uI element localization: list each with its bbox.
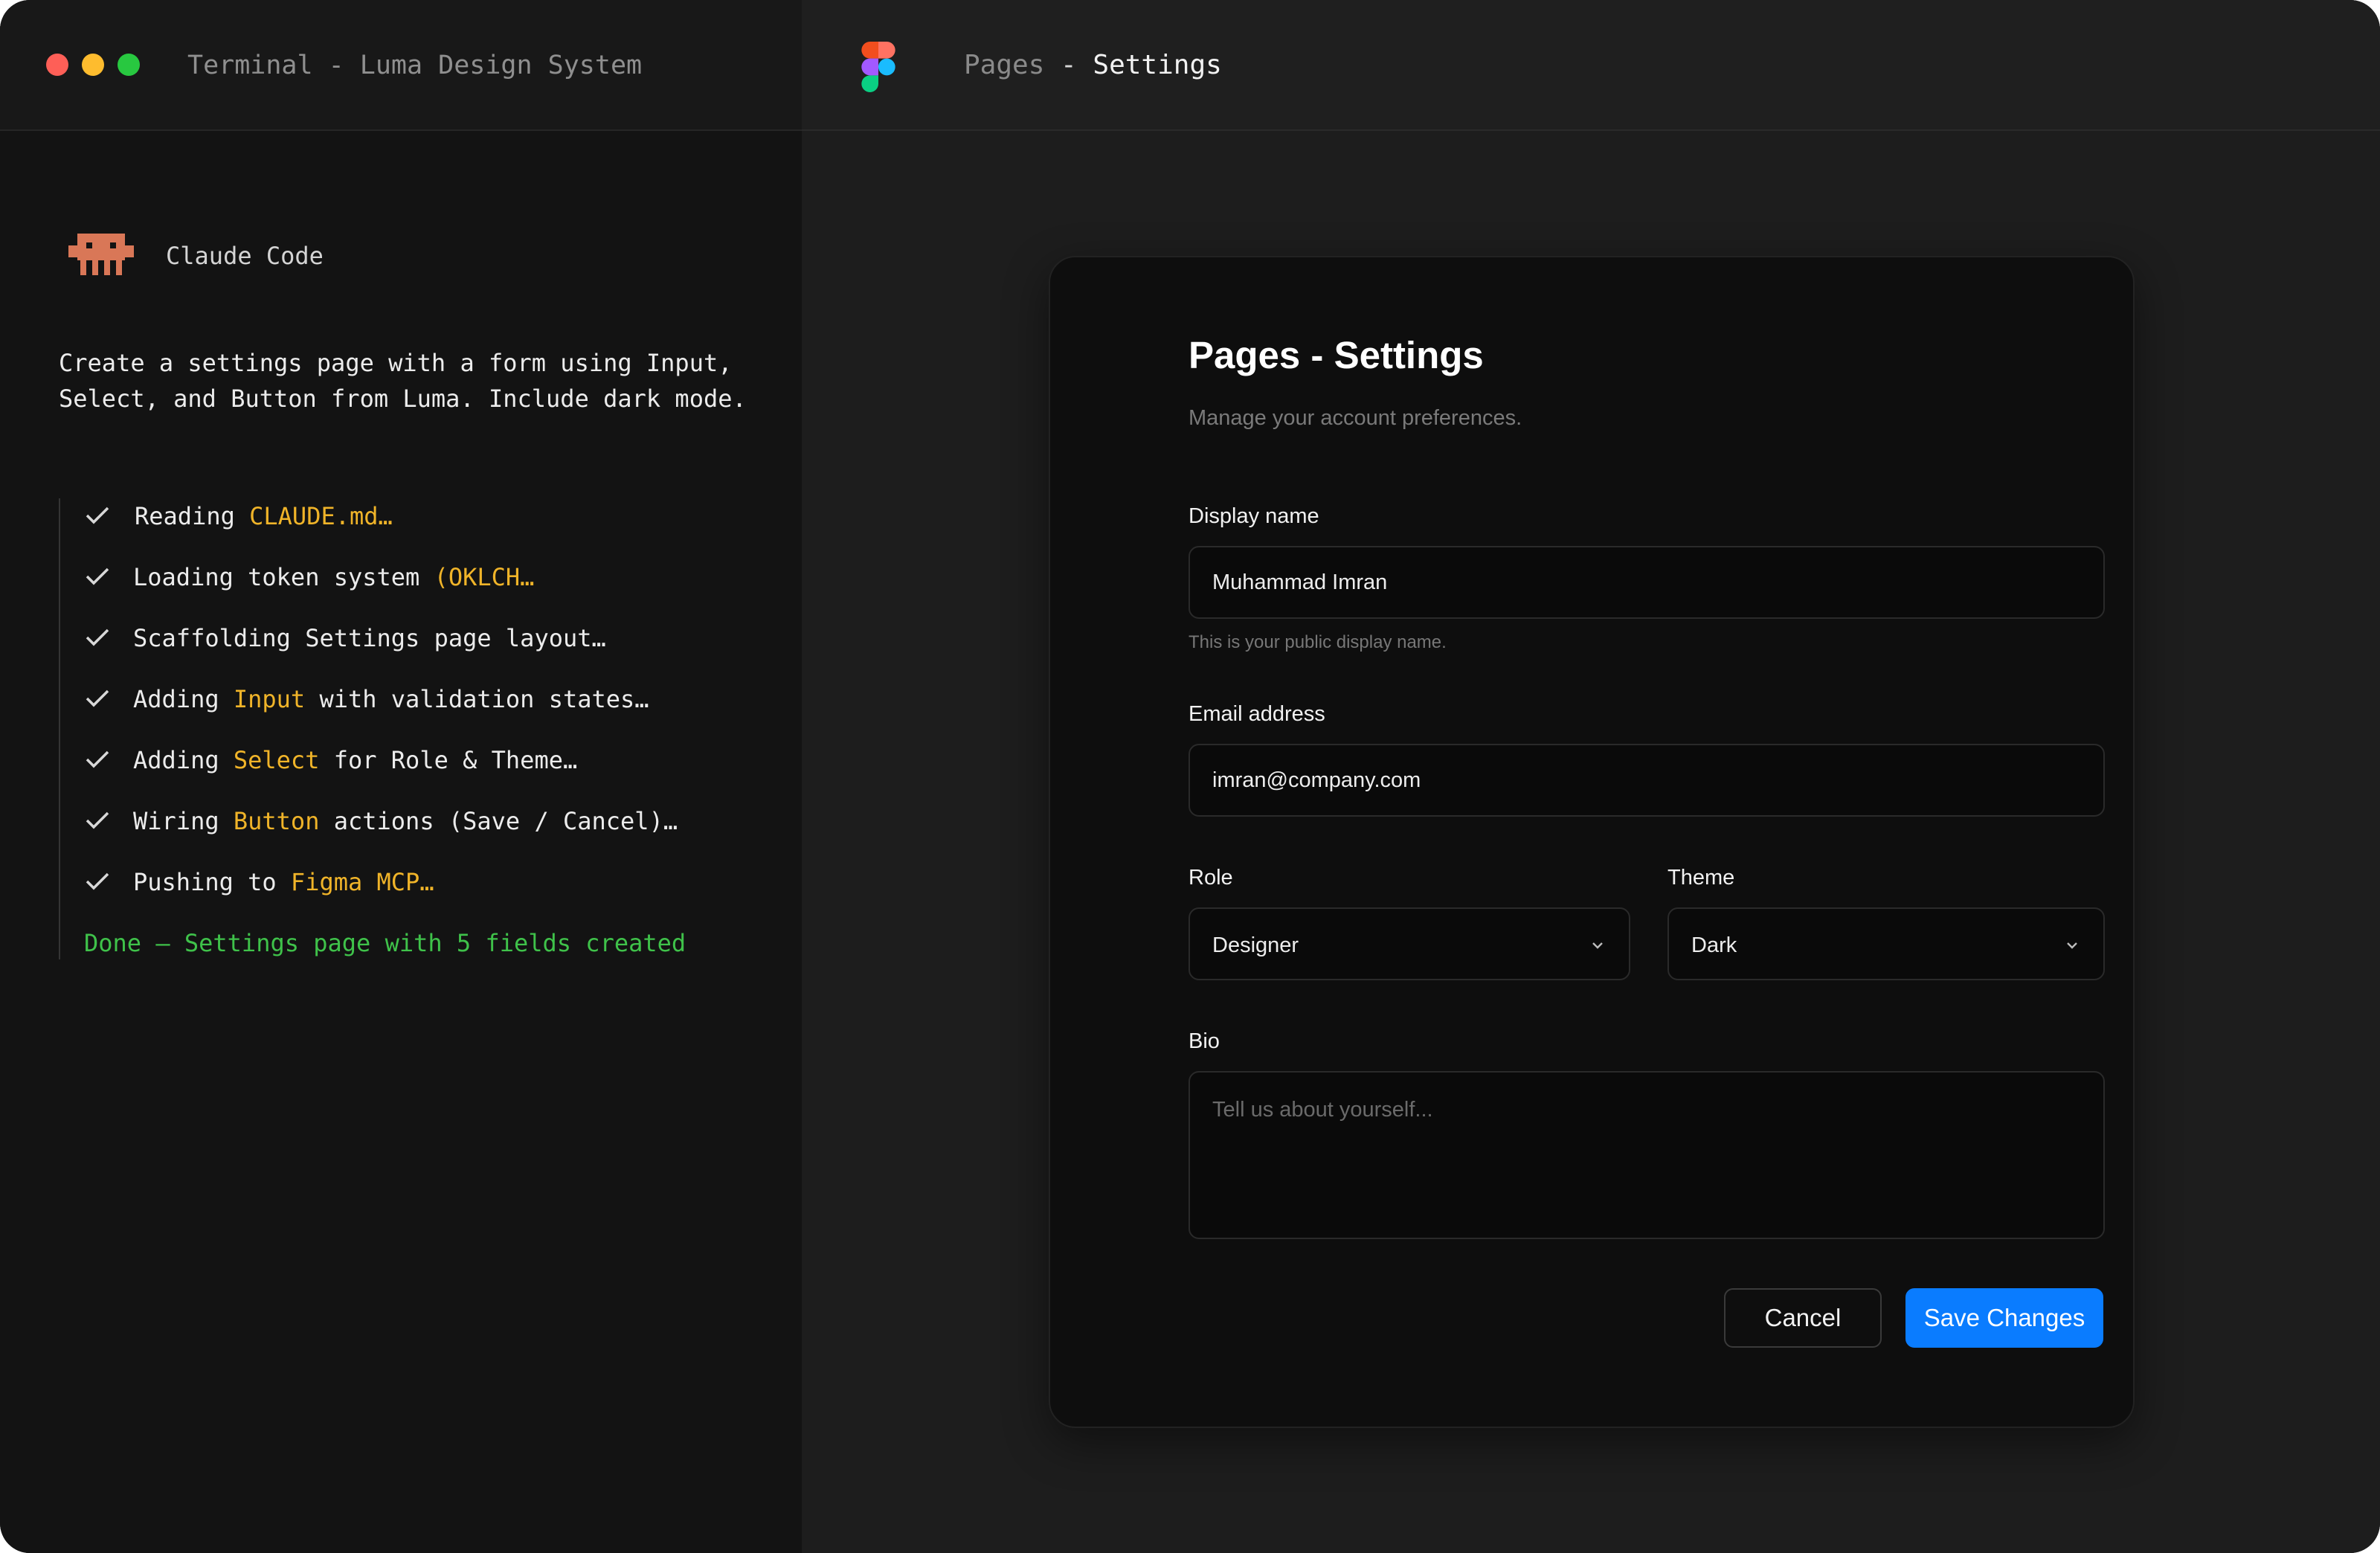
chevron-down-icon [2067, 942, 2077, 949]
maximize-window-button[interactable] [118, 54, 140, 76]
save-changes-button[interactable]: Save Changes [1905, 1288, 2103, 1348]
chevron-down-icon [1592, 942, 1603, 949]
role-select-value: Designer [1212, 933, 1299, 957]
role-select[interactable]: Designer [1189, 907, 1630, 980]
task-text: Wiring Button actions (Save / Cancel)… [133, 807, 678, 835]
bio-textarea[interactable] [1190, 1073, 2103, 1238]
email-label: Email address [1189, 702, 1325, 726]
task-text: Loading token system (OKLCH… [133, 563, 535, 591]
page-title: Pages - Settings [1189, 334, 1484, 376]
theme-select-value: Dark [1691, 933, 1737, 957]
breadcrumb-parent[interactable]: Pages [964, 50, 1044, 80]
cancel-button[interactable]: Cancel [1724, 1288, 1882, 1348]
assistant-name: Claude Code [166, 242, 324, 270]
terminal-titlebar: Terminal - Luma Design System [0, 0, 802, 131]
page-subtitle: Manage your account preferences. [1189, 406, 1522, 430]
task-log: Reading CLAUDE.md… Loading token system … [59, 498, 773, 959]
theme-label: Theme [1667, 866, 1735, 890]
check-icon [86, 507, 109, 524]
figma-logo-icon [861, 42, 895, 92]
terminal-window-title: Terminal - Luma Design System [187, 51, 643, 80]
check-icon [86, 811, 109, 829]
minimize-window-button[interactable] [82, 54, 104, 76]
theme-select[interactable]: Dark [1667, 907, 2105, 980]
breadcrumb: Pages - Settings [964, 48, 1222, 83]
check-icon [86, 689, 109, 707]
close-window-button[interactable] [46, 54, 68, 76]
app-window: Terminal - Luma Design System Claude Cod… [0, 0, 2380, 1553]
task-text: Adding Input with validation states… [133, 685, 649, 713]
display-name-input[interactable] [1190, 547, 2103, 617]
figma-titlebar: Pages - Settings [802, 0, 2380, 131]
user-prompt: Create a settings page with a form using… [59, 349, 747, 413]
email-field[interactable] [1189, 744, 2105, 817]
check-icon [86, 750, 109, 768]
role-label: Role [1189, 866, 1233, 890]
check-icon [86, 628, 109, 646]
task-text: Adding Select for Role & Theme… [133, 746, 578, 774]
task-text: Scaffolding Settings page layout… [133, 624, 606, 652]
task-text: Reading CLAUDE.md… [135, 502, 393, 530]
breadcrumb-current: Settings [1093, 50, 1222, 80]
claude-logo-icon [68, 234, 134, 275]
breadcrumb-separator: - [1044, 50, 1093, 80]
display-name-field[interactable] [1189, 546, 2105, 619]
email-input[interactable] [1190, 745, 2103, 815]
bio-label: Bio [1189, 1029, 1220, 1053]
task-text: Pushing to Figma MCP… [133, 868, 434, 896]
check-icon [86, 872, 109, 890]
terminal-pane: Terminal - Luma Design System Claude Cod… [0, 0, 802, 1553]
settings-card: Pages - Settings Manage your account pre… [1049, 256, 2135, 1428]
display-name-label: Display name [1189, 504, 1319, 528]
bio-field[interactable] [1189, 1071, 2105, 1239]
check-icon [86, 567, 109, 585]
figma-pane: Pages - Settings Pages - Settings Manage… [802, 0, 2380, 1553]
display-name-hint: This is your public display name. [1189, 632, 1447, 652]
